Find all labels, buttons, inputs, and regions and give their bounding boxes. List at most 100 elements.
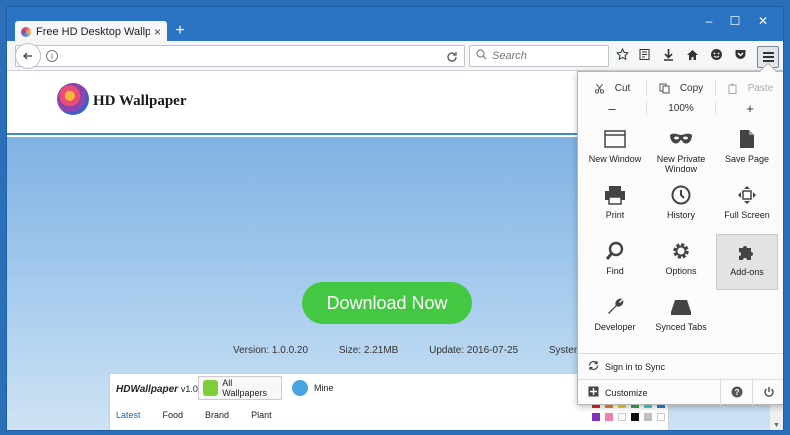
history-button[interactable]: History	[650, 178, 712, 234]
wrench-icon	[608, 298, 624, 314]
help-button[interactable]: ?	[720, 380, 752, 405]
maximize-button[interactable]: ☐	[723, 13, 747, 29]
new-private-window-label: New Private Window	[656, 154, 706, 175]
site-info-icon[interactable]: i	[46, 50, 58, 62]
hamburger-menu-panel: Cut Copy Paste – 100% + New Window New P…	[577, 62, 783, 405]
print-button[interactable]: Print	[584, 178, 646, 234]
developer-button[interactable]: Developer	[584, 290, 646, 346]
category-brand[interactable]: Brand	[205, 410, 229, 420]
color-swatch[interactable]	[657, 413, 665, 421]
search-input[interactable]	[492, 50, 592, 62]
sync-icon	[588, 360, 599, 373]
full-screen-button[interactable]: Full Screen	[716, 178, 778, 234]
customize-label[interactable]: Customize	[605, 388, 648, 398]
zoom-in-button[interactable]: +	[716, 98, 783, 118]
find-label: Find	[606, 266, 624, 276]
color-swatch[interactable]	[631, 413, 639, 421]
window-icon	[604, 130, 626, 148]
color-swatch[interactable]	[605, 413, 613, 421]
options-label: Options	[665, 266, 697, 276]
cut-button[interactable]: Cut	[578, 78, 646, 98]
close-window-button[interactable]: ✕	[751, 13, 775, 29]
reading-list-icon[interactable]	[635, 48, 653, 66]
color-swatch[interactable]	[644, 413, 652, 421]
user-icon	[292, 380, 308, 396]
category-food[interactable]: Food	[163, 410, 184, 420]
category-plant[interactable]: Plant	[251, 410, 272, 420]
printer-icon	[605, 186, 625, 205]
category-latest[interactable]: Latest	[116, 410, 141, 420]
color-swatch[interactable]	[618, 413, 626, 421]
reload-button[interactable]	[446, 48, 458, 66]
sign-in-label: Sign in to Sync	[605, 361, 666, 372]
options-button[interactable]: Options	[650, 234, 712, 290]
help-icon: ?	[731, 386, 742, 398]
paste-button[interactable]: Paste	[716, 78, 783, 98]
back-arrow-icon	[22, 52, 32, 60]
fullscreen-icon	[738, 186, 756, 204]
history-label: History	[666, 210, 695, 220]
hello-chat-icon[interactable]	[707, 48, 725, 66]
developer-label: Developer	[594, 322, 636, 332]
search-icon	[476, 49, 487, 63]
version-text: Version: 1.0.0.20	[233, 345, 309, 356]
paste-label: Paste	[747, 82, 774, 94]
pocket-icon[interactable]	[731, 48, 749, 66]
gear-icon	[673, 243, 689, 259]
save-page-button[interactable]: Save Page	[716, 122, 778, 178]
synced-tabs-icon	[671, 300, 691, 315]
synced-tabs-button[interactable]: Synced Tabs	[650, 290, 712, 346]
power-icon	[763, 387, 774, 397]
back-button[interactable]	[15, 43, 41, 69]
customize-icon[interactable]	[588, 386, 599, 399]
zoom-out-button[interactable]: –	[578, 98, 646, 118]
reload-icon	[447, 52, 457, 62]
tab-title: Free HD Desktop Wallpap...	[36, 25, 150, 38]
clipboard-icon	[728, 83, 737, 94]
new-private-window-button[interactable]: New Private Window	[650, 122, 712, 178]
search-bar[interactable]	[469, 45, 609, 67]
new-window-label: New Window	[588, 154, 642, 164]
tab-all-wallpapers[interactable]: All Wallpapers	[198, 376, 282, 400]
tab-all-wallpapers-label: All Wallpapers	[222, 378, 267, 398]
tab-close-button[interactable]: ×	[154, 25, 161, 39]
copy-button[interactable]: Copy	[647, 78, 715, 98]
bookmark-star-icon[interactable]	[613, 47, 631, 66]
find-button[interactable]: Find	[584, 234, 646, 290]
scissors-icon	[594, 83, 604, 94]
browser-tab[interactable]: Free HD Desktop Wallpap... ×	[15, 21, 167, 42]
edit-controls: Cut Copy Paste	[578, 78, 783, 98]
tab-mine[interactable]: Mine	[288, 376, 348, 400]
new-window-button[interactable]: New Window	[584, 122, 646, 178]
app-version: v1.0	[180, 384, 198, 394]
logo-icon[interactable]	[57, 83, 89, 115]
category-list: Latest Food Brand Plant	[116, 410, 272, 420]
print-label: Print	[605, 210, 625, 220]
favicon-icon	[21, 26, 31, 37]
zoom-level-button[interactable]: 100%	[647, 98, 715, 118]
app-brand-name: HDWallpaper	[116, 384, 179, 395]
download-now-button[interactable]: Download Now	[302, 282, 472, 324]
menu-footer-buttons: ?	[720, 380, 783, 405]
wallpapers-icon	[203, 380, 219, 396]
puzzle-icon	[739, 246, 753, 260]
quit-button[interactable]	[752, 380, 783, 405]
add-ons-label: Add-ons	[730, 267, 764, 277]
sign-in-to-sync-button[interactable]: Sign in to Sync	[578, 353, 783, 379]
new-tab-button[interactable]: +	[171, 22, 189, 40]
update-text: Update: 2016-07-25	[429, 345, 519, 356]
svg-text:?: ?	[734, 388, 739, 397]
site-logo-text[interactable]: HD Wallpaper	[93, 93, 187, 110]
minimize-button[interactable]: –	[697, 13, 721, 29]
scroll-down-icon[interactable]: ▼	[770, 419, 783, 430]
add-ons-button[interactable]: Add-ons	[716, 234, 778, 290]
search-icon	[605, 241, 624, 260]
menu-grid: New Window New Private Window Save Page …	[584, 122, 780, 346]
download-info: Version: 1.0.0.20 Size: 2.21MB Update: 2…	[233, 345, 651, 356]
url-bar[interactable]: i	[15, 43, 465, 69]
color-swatch[interactable]	[592, 413, 600, 421]
copy-icon	[659, 83, 670, 93]
home-icon[interactable]	[683, 48, 701, 66]
copy-label: Copy	[679, 82, 704, 94]
downloads-icon[interactable]	[659, 48, 677, 66]
